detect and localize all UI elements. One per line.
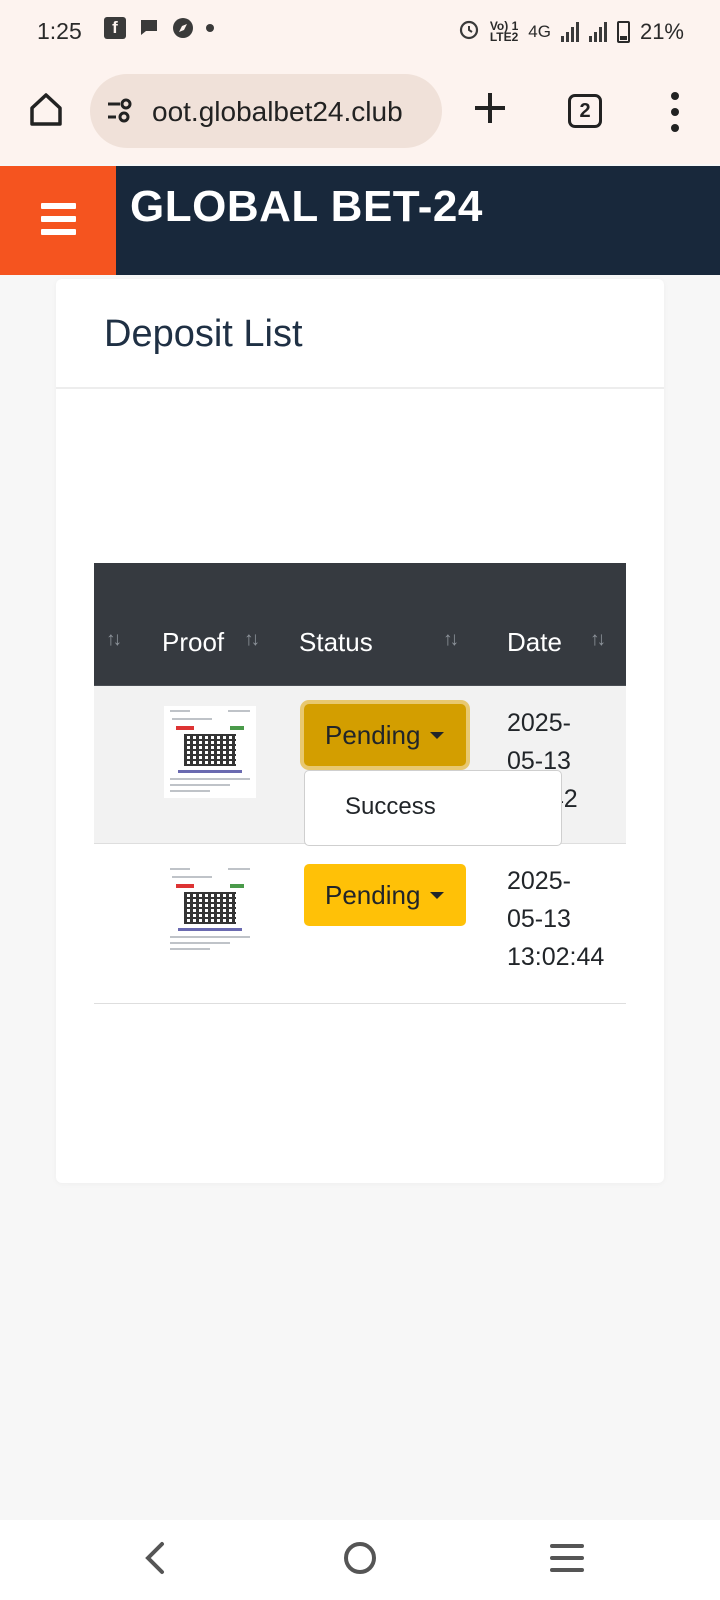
divider xyxy=(56,387,664,389)
sort-icon[interactable]: ↑↓ xyxy=(590,629,606,651)
date-cell: 2025- 05-13 13:02:44 xyxy=(507,862,604,976)
caret-down-icon xyxy=(430,892,444,899)
status-label: Pending xyxy=(325,720,421,750)
signal-icon-2 xyxy=(588,22,607,42)
more-notifications-dot-icon xyxy=(206,24,214,32)
deposit-list-card: Deposit List ↑↓ Proof ↑↓ Status ↑↓ Date … xyxy=(56,279,664,1183)
url-text: oot.globalbet24.club xyxy=(152,96,403,127)
status-dropdown-button[interactable]: Pending xyxy=(304,864,466,926)
signal-icon-1 xyxy=(560,22,579,42)
deposit-table: ↑↓ Proof ↑↓ Status ↑↓ Date ↑↓ Pending 20… xyxy=(94,563,626,1004)
caret-down-icon xyxy=(430,732,444,739)
date-line: 2025- xyxy=(507,709,571,737)
sort-icon[interactable]: ↑↓ xyxy=(443,629,459,651)
alarm-icon xyxy=(458,18,480,46)
page-title: Deposit List xyxy=(104,313,303,355)
address-bar[interactable]: oot.globalbet24.club xyxy=(90,74,442,148)
column-header-status[interactable]: Status xyxy=(299,627,373,658)
home-circle-icon[interactable] xyxy=(344,1542,376,1574)
status-bar: 1:25 f Vo) 1 LTE2 4G 21% xyxy=(0,0,720,62)
network-type: 4G xyxy=(528,22,551,41)
dropdown-item-success[interactable]: Success xyxy=(345,793,436,821)
chat-icon xyxy=(138,17,160,39)
system-navigation-bar xyxy=(0,1520,720,1600)
table-header: ↑↓ Proof ↑↓ Status ↑↓ Date ↑↓ xyxy=(94,563,626,685)
compass-icon xyxy=(172,17,194,39)
column-header-date[interactable]: Date xyxy=(507,627,562,658)
proof-thumbnail[interactable] xyxy=(164,706,256,798)
sort-icon[interactable]: ↑↓ xyxy=(244,629,260,651)
table-row: Pending 2025- 05-13 2:42 Success xyxy=(94,685,626,846)
column-header-proof[interactable]: Proof xyxy=(162,627,224,658)
home-icon[interactable] xyxy=(26,90,66,130)
site-settings-icon[interactable] xyxy=(106,98,136,124)
status-dropdown-button[interactable]: Pending xyxy=(304,704,466,766)
brand-title: GLOBAL BET-24 xyxy=(130,182,483,231)
system-icons: Vo) 1 LTE2 4G 21% xyxy=(458,18,684,46)
recent-apps-icon[interactable] xyxy=(550,1544,584,1572)
table-row: Pending 2025- 05-13 13:02:44 xyxy=(94,844,626,1004)
back-icon[interactable] xyxy=(140,1540,170,1576)
tab-switcher-button[interactable]: 2 xyxy=(568,94,602,128)
app-header: GLOBAL BET-24 xyxy=(0,166,720,275)
date-line: 13:02:44 xyxy=(507,943,605,971)
status-label: Pending xyxy=(325,880,421,910)
proof-thumbnail[interactable] xyxy=(164,864,256,956)
status-time: 1:25 xyxy=(37,18,82,44)
hamburger-menu-icon[interactable] xyxy=(0,166,116,275)
battery-percent: 21% xyxy=(639,19,684,44)
more-menu-icon[interactable] xyxy=(668,92,682,132)
facebook-icon: f xyxy=(104,17,126,39)
volte-indicator: Vo) 1 LTE2 xyxy=(489,20,519,44)
date-line: 2025- xyxy=(507,867,571,895)
new-tab-icon[interactable] xyxy=(470,88,510,128)
notification-icons: f xyxy=(104,17,214,39)
sort-icon[interactable]: ↑↓ xyxy=(106,629,122,651)
browser-toolbar: oot.globalbet24.club 2 xyxy=(0,62,720,164)
status-dropdown-menu: Success xyxy=(304,770,562,846)
date-line: 05-13 xyxy=(507,905,571,933)
battery-icon xyxy=(616,21,630,43)
lte2-label: LTE2 xyxy=(489,30,519,44)
